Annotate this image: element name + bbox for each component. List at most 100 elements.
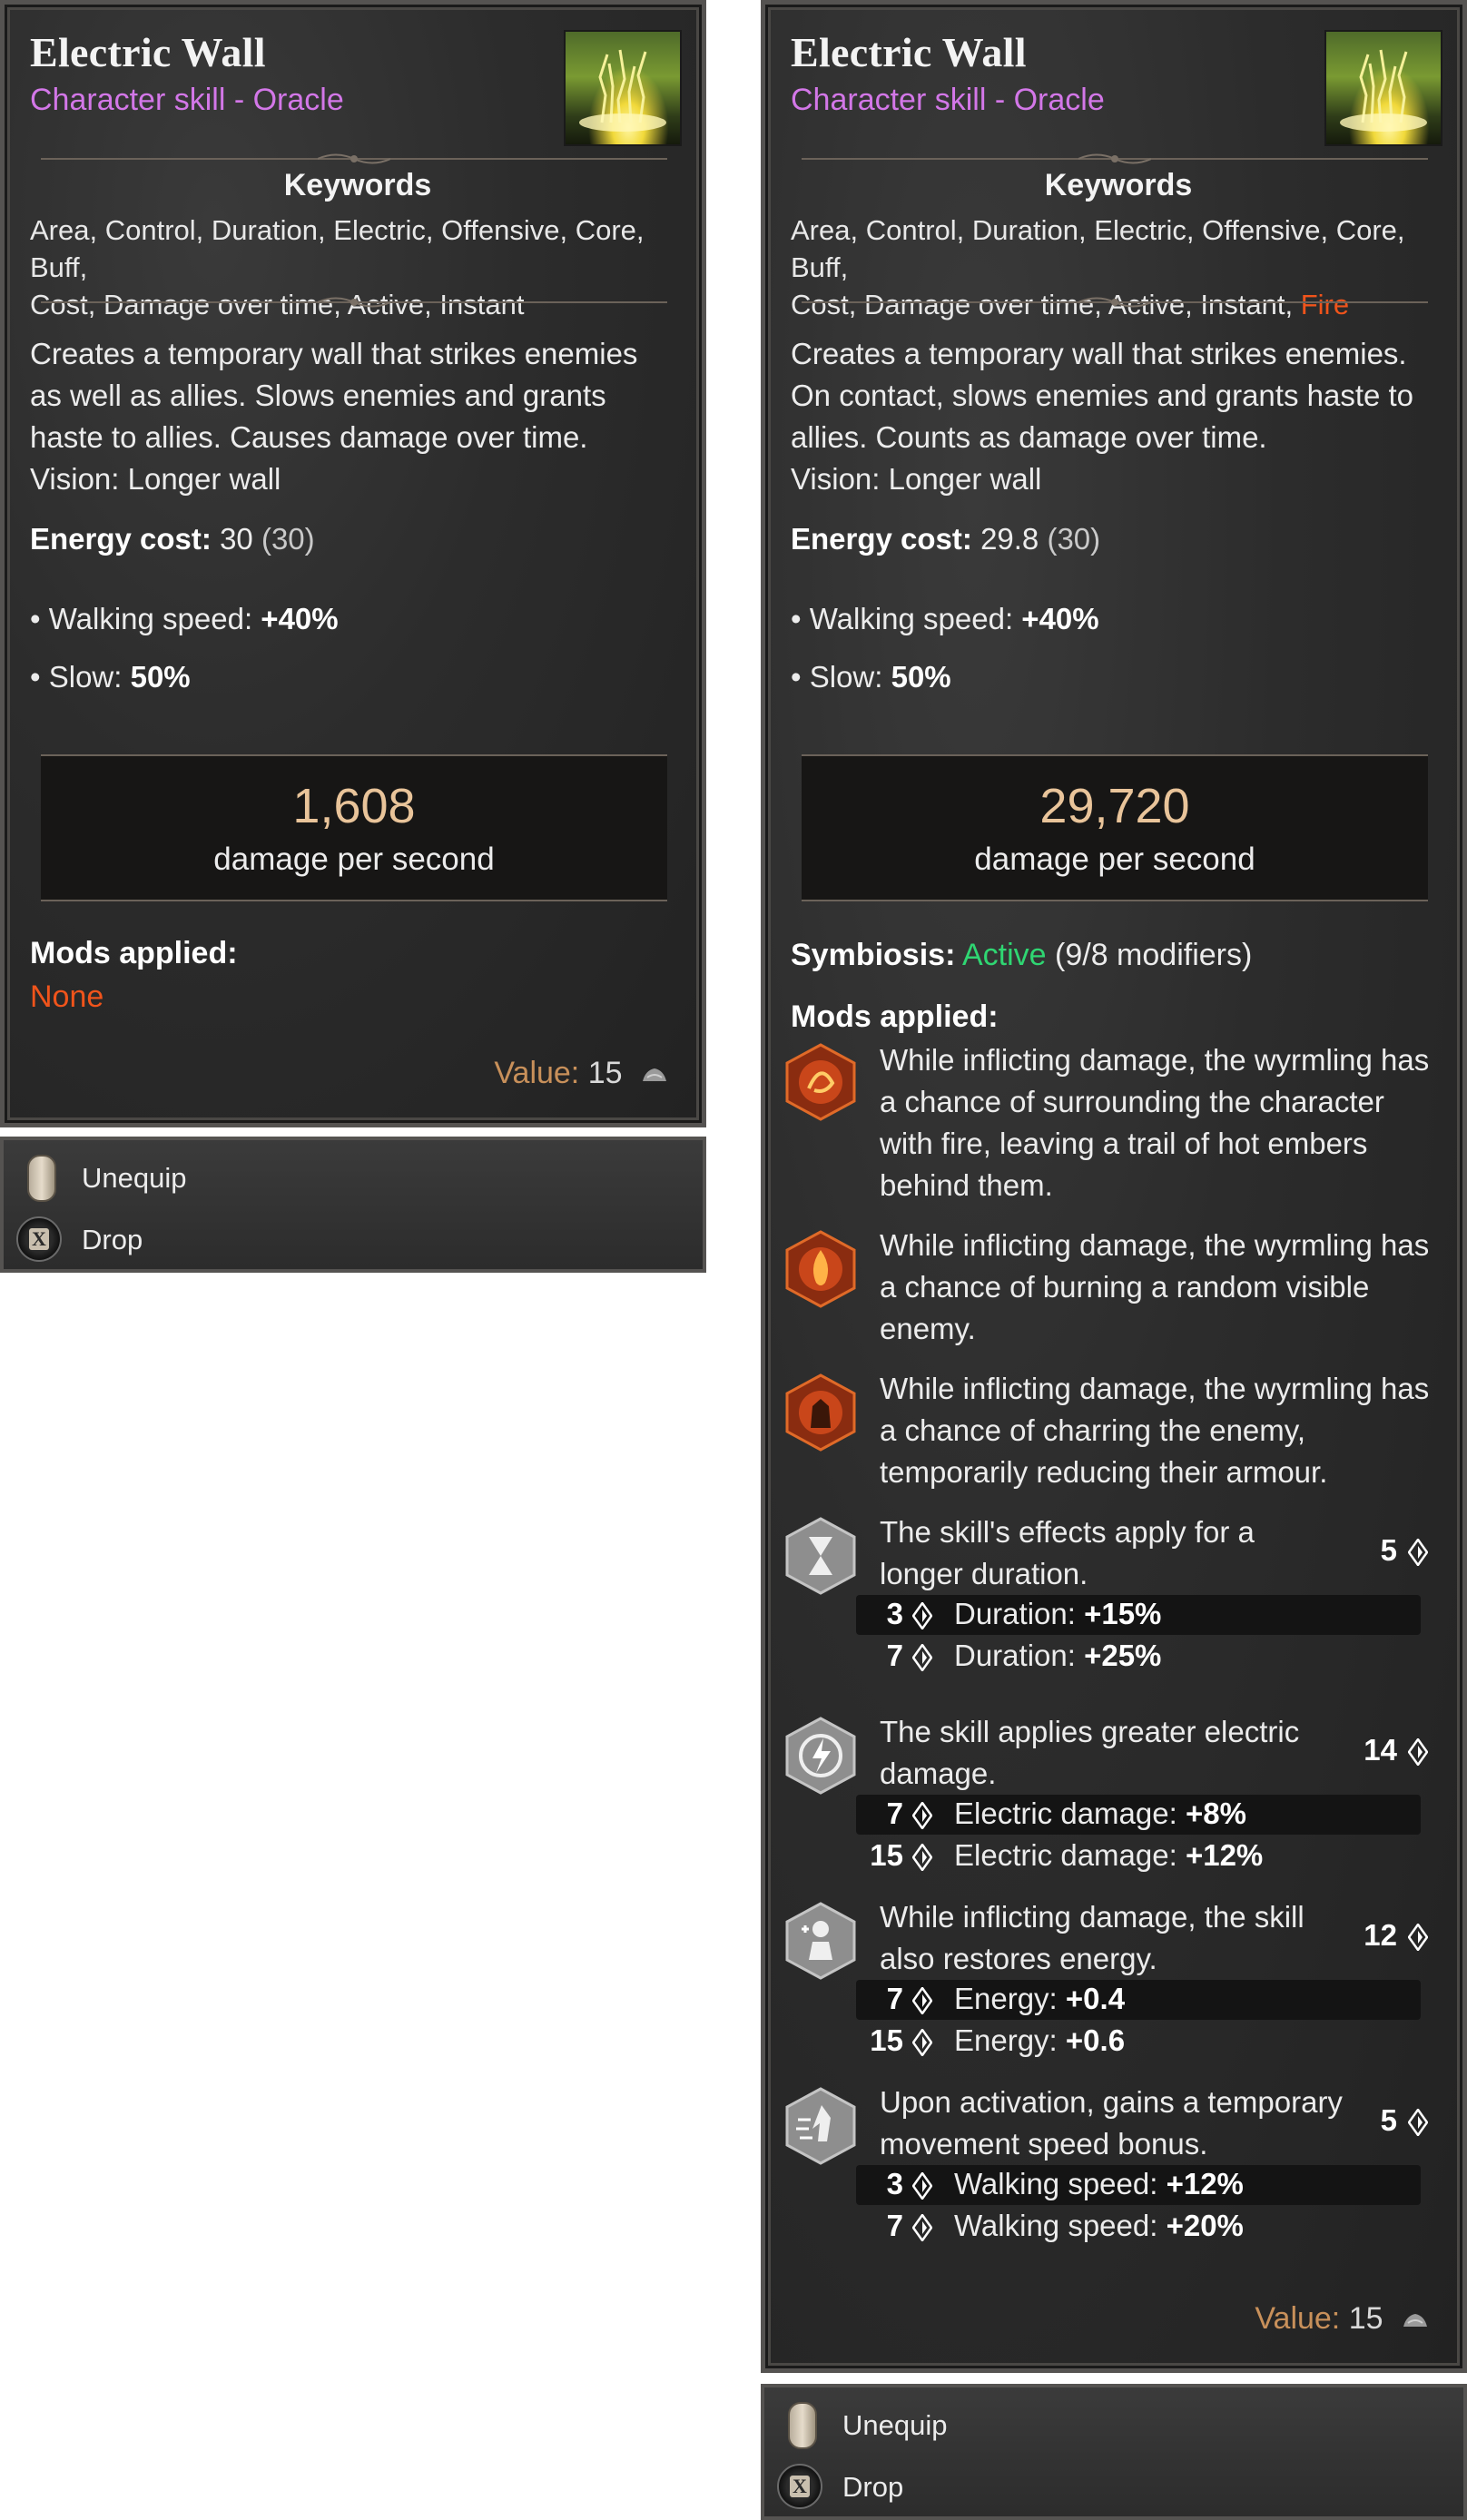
tier-bonus-label: Electric damage: bbox=[954, 1838, 1177, 1872]
slow-value: 50% bbox=[130, 660, 191, 694]
energy-cost-base: (30) bbox=[261, 522, 315, 556]
tier-row: 7 Electric damage: +8% bbox=[856, 1795, 1421, 1835]
tier-bonus-label: Duration: bbox=[954, 1597, 1076, 1630]
currency-icon bbox=[643, 1068, 666, 1082]
tier-row: 15 Electric damage: +12% bbox=[856, 1836, 1421, 1876]
mod-line: enemy. bbox=[880, 1312, 976, 1345]
electric-damage-icon bbox=[785, 1717, 856, 1795]
mods-applied-heading: Mods applied: bbox=[30, 936, 238, 970]
dps-value: 29,720 bbox=[1039, 779, 1190, 833]
energy-cost: Energy cost: 29.8 (30) bbox=[791, 522, 1100, 556]
mod-line: with fire, leaving a trail of hot embers bbox=[880, 1127, 1368, 1160]
drop-action[interactable]: Drop bbox=[842, 2471, 903, 2504]
mod-points: 14 bbox=[1364, 1733, 1397, 1767]
diamond-icon bbox=[912, 1844, 932, 1871]
tier-row: 3 Walking speed: +12% bbox=[856, 2165, 1421, 2205]
skill-title: Electric Wall bbox=[791, 29, 1027, 75]
symbiosis-active: Active bbox=[961, 938, 1047, 972]
tier-bonus: Walking speed: +12% bbox=[954, 2167, 1244, 2201]
mod-description: While inflicting damage, the wyrmling ha… bbox=[880, 1368, 1461, 1493]
x-key-icon: X bbox=[16, 1216, 62, 1262]
tier-bonus-label: Energy: bbox=[954, 2023, 1058, 2057]
mod-description: The skill's effects apply for a longer d… bbox=[880, 1511, 1388, 1595]
electric-wall-icon bbox=[564, 30, 682, 146]
diamond-icon bbox=[1408, 1738, 1428, 1766]
tier-bonus: Duration: +15% bbox=[954, 1597, 1161, 1631]
energy-cost-value: 30 bbox=[220, 522, 253, 556]
value-amount: 15 bbox=[587, 1056, 623, 1090]
left-tooltip-panel: Electric Wall Character skill - Oracle K… bbox=[0, 0, 706, 1273]
energy-cost-value: 29.8 bbox=[980, 522, 1039, 556]
mod-line: movement speed bonus. bbox=[880, 2127, 1208, 2161]
slow-label: • Slow: bbox=[30, 660, 123, 694]
tier-row: 7 Energy: +0.4 bbox=[856, 1980, 1421, 2020]
walking-speed-label: • Walking speed: bbox=[30, 602, 253, 635]
mod-line: The skill's effects apply for a bbox=[880, 1515, 1255, 1549]
tier-bonus: Electric damage: +8% bbox=[954, 1796, 1246, 1831]
skill-description: Creates a temporary wall that strikes en… bbox=[791, 333, 1453, 500]
x-key-icon: X bbox=[777, 2464, 822, 2509]
mod-line: While inflicting damage, the wyrmling ha… bbox=[880, 1228, 1430, 1262]
diamond-icon bbox=[912, 2029, 932, 2056]
dps-value: 1,608 bbox=[292, 779, 416, 833]
tier-bonus-label: Duration: bbox=[954, 1639, 1076, 1672]
symbiosis-label: Symbiosis: bbox=[791, 938, 956, 972]
tier-bonus: Duration: +25% bbox=[954, 1639, 1161, 1673]
mod-line: The skill applies greater electric bbox=[880, 1715, 1300, 1748]
mods-applied-heading: Mods applied: bbox=[791, 999, 999, 1034]
diamond-icon bbox=[912, 2214, 932, 2241]
mod-line: temporarily reducing their armour. bbox=[880, 1455, 1328, 1489]
mod-description: While inflicting damage, the wyrmling ha… bbox=[880, 1225, 1461, 1350]
item-value: Value: 15 bbox=[1255, 2301, 1430, 2337]
value-label: Value: bbox=[1255, 2301, 1341, 2336]
tier-bonus-label: Energy: bbox=[954, 1982, 1058, 2015]
diamond-icon bbox=[912, 1987, 932, 2014]
fire-trail-icon bbox=[785, 1043, 856, 1121]
mod-line: While inflicting damage, the wyrmling ha… bbox=[880, 1043, 1430, 1077]
tier-bonus-value: +25% bbox=[1084, 1639, 1162, 1672]
mod-line: Upon activation, gains a temporary bbox=[880, 2085, 1343, 2119]
tier-row: 3 Duration: +15% bbox=[856, 1595, 1421, 1635]
left-tooltip-card: Electric Wall Character skill - Oracle K… bbox=[0, 0, 706, 1127]
tier-bonus-value: +0.4 bbox=[1065, 1982, 1126, 2015]
right-tooltip-card: Electric Wall Character skill - Oracle K… bbox=[761, 0, 1467, 2373]
unequip-action[interactable]: Unequip bbox=[82, 1162, 186, 1195]
tier-threshold: 15 bbox=[870, 2023, 903, 2057]
description-line: Vision: Longer wall bbox=[791, 462, 1042, 496]
tier-threshold: 7 bbox=[886, 1982, 903, 2015]
mod-line: a chance of charring the enemy, bbox=[880, 1413, 1305, 1447]
currency-icon bbox=[1403, 2314, 1427, 2328]
burning-enemy-icon bbox=[785, 1230, 856, 1308]
drop-action[interactable]: Drop bbox=[82, 1224, 143, 1256]
hourglass-icon bbox=[785, 1517, 856, 1595]
tier-bonus: Energy: +0.4 bbox=[954, 1982, 1125, 2016]
mod-points: 5 bbox=[1380, 1533, 1397, 1567]
slow-stat: • Slow: 50% bbox=[791, 660, 951, 694]
dps-box: 1,608 damage per second bbox=[41, 754, 667, 901]
divider-ornament bbox=[802, 148, 1428, 170]
walking-speed-value: +40% bbox=[1021, 602, 1099, 635]
tier-threshold: 15 bbox=[870, 1838, 903, 1872]
action-bar: Unequip X Drop bbox=[761, 2384, 1467, 2520]
walking-speed-value: +40% bbox=[261, 602, 339, 635]
tier-bonus: Walking speed: +20% bbox=[954, 2209, 1244, 2243]
unequip-action[interactable]: Unequip bbox=[842, 2409, 947, 2442]
energy-cost: Energy cost: 30 (30) bbox=[30, 522, 315, 556]
walking-speed-stat: • Walking speed: +40% bbox=[30, 602, 339, 636]
description-line: On contact, slows enemies and grants has… bbox=[791, 379, 1414, 412]
mod-points: 12 bbox=[1364, 1918, 1397, 1952]
description-line: Vision: Longer wall bbox=[30, 462, 281, 496]
value-amount: 15 bbox=[1348, 2301, 1383, 2336]
energy-cost-label: Energy cost: bbox=[791, 522, 972, 556]
mod-line: behind them. bbox=[880, 1168, 1053, 1202]
mod-line: While inflicting damage, the wyrmling ha… bbox=[880, 1372, 1430, 1405]
tier-bonus-value: +12% bbox=[1185, 1838, 1264, 1872]
tier-threshold: 7 bbox=[886, 2209, 903, 2242]
action-bar: Unequip X Drop bbox=[0, 1137, 706, 1273]
mod-description: Upon activation, gains a temporary movem… bbox=[880, 2082, 1388, 2165]
tier-threshold: 3 bbox=[886, 1597, 903, 1630]
energy-restore-icon bbox=[785, 1902, 856, 1980]
char-armour-icon bbox=[785, 1373, 856, 1452]
keywords-line: Area, Control, Duration, Electric, Offen… bbox=[791, 214, 1405, 283]
symbiosis-count: (9/8 modifiers) bbox=[1055, 938, 1253, 972]
